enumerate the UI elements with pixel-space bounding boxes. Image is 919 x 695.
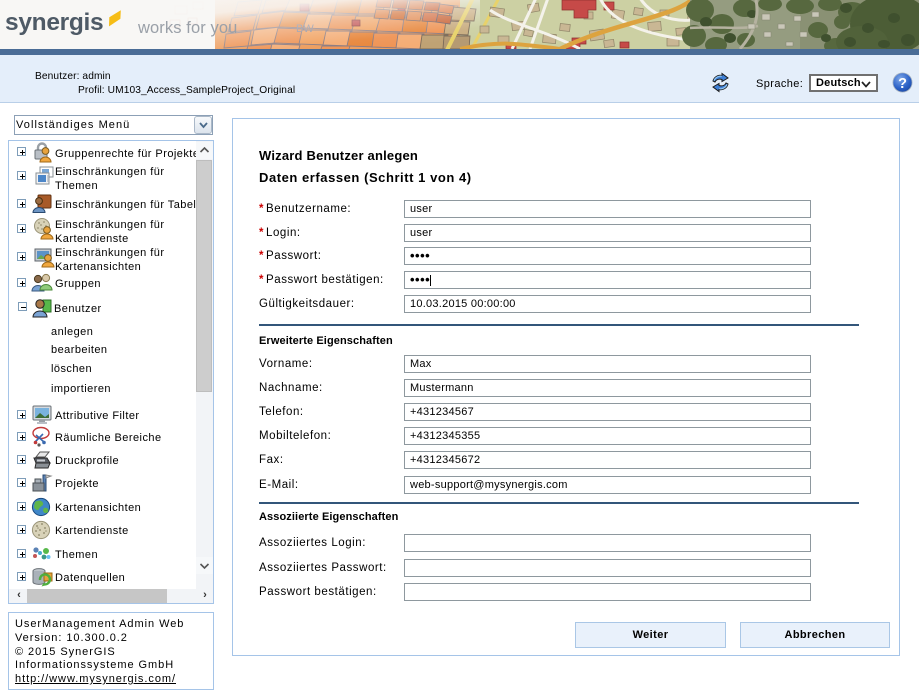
svg-text:?: ?: [898, 76, 907, 92]
